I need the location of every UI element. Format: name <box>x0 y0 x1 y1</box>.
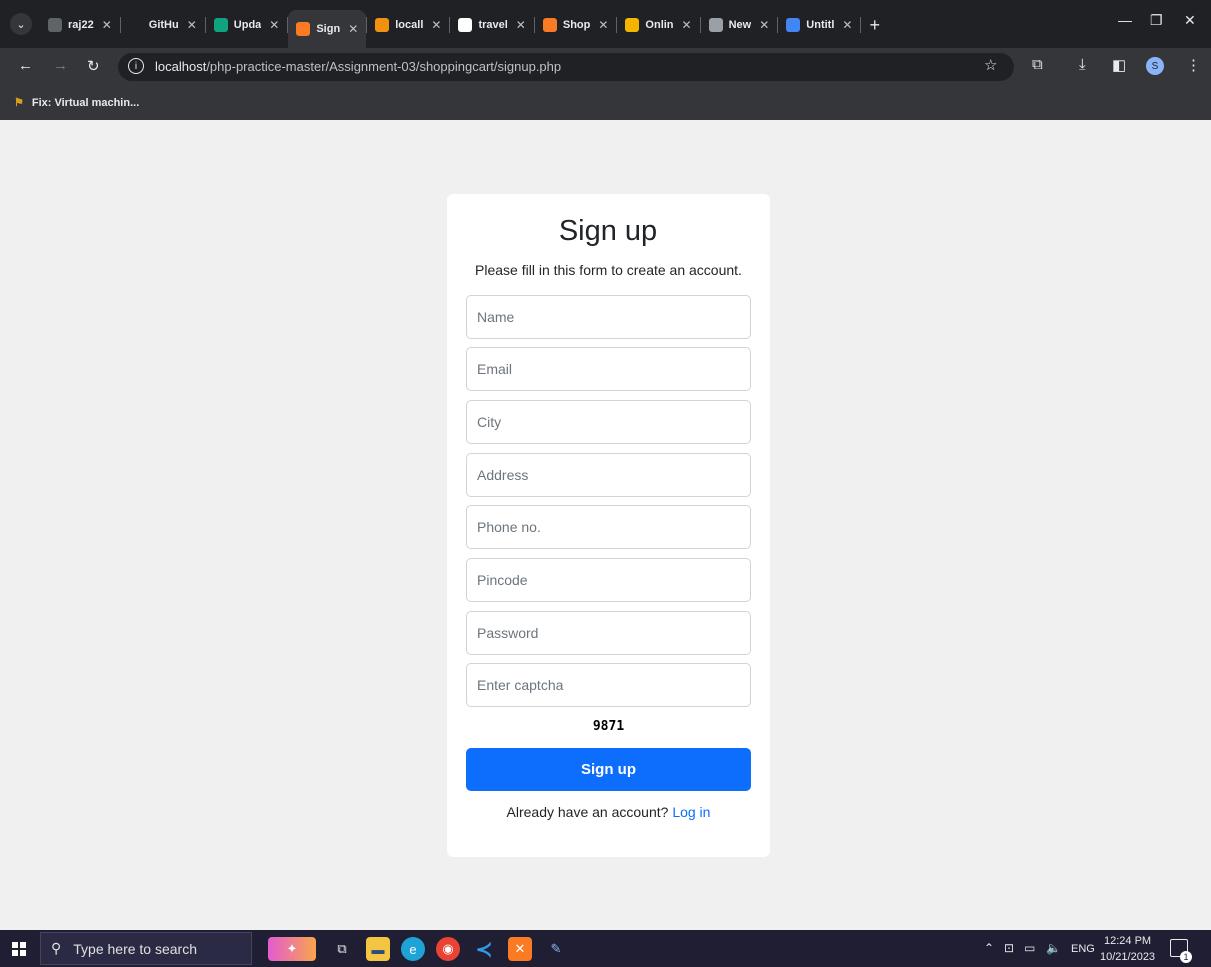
browser-tab[interactable]: travel ✕ <box>450 10 533 40</box>
notification-badge: 1 <box>1180 951 1192 963</box>
taskbar-search-placeholder: Type here to search <box>73 940 198 957</box>
email-input[interactable] <box>466 347 751 391</box>
docs-icon <box>786 18 801 32</box>
site-info-icon[interactable]: i <box>128 58 144 74</box>
tab-label: Sign <box>316 23 341 35</box>
meet-now-icon[interactable]: ⊡ <box>1004 941 1014 955</box>
profile-avatar[interactable]: S <box>1146 57 1164 75</box>
windows-start-icon[interactable] <box>12 942 26 956</box>
form-subtitle: Please fill in this form to create an ac… <box>475 262 742 278</box>
show-hidden-icons-icon[interactable]: ⌃ <box>984 941 994 955</box>
google-icon <box>458 18 473 32</box>
people-app-icon[interactable]: ✦ <box>268 937 316 961</box>
extensions-icon[interactable]: ⧉ <box>1032 56 1043 73</box>
reload-icon[interactable]: ↻ <box>87 57 100 75</box>
task-view-icon[interactable]: ⧉ <box>330 937 354 961</box>
tab-close-icon[interactable]: ✕ <box>516 18 526 32</box>
browser-tab[interactable]: locall ✕ <box>367 10 449 40</box>
taskbar-clock[interactable]: 12:24 PM 10/21/2023 <box>1100 933 1155 965</box>
xampp-icon[interactable]: ✕ <box>508 937 532 961</box>
clock-date: 10/21/2023 <box>1100 951 1156 963</box>
browser-tab[interactable]: Onlin ✕ <box>617 10 699 40</box>
bookmark-favicon-icon: ⚑ <box>14 97 24 109</box>
password-input[interactable] <box>466 611 751 655</box>
search-icon: ⚲ <box>51 940 62 956</box>
tab-close-icon[interactable]: ✕ <box>759 18 769 32</box>
browser-tab-strip: ⌄ raj22 ✕ GitHu ✕ Upda ✕ Sign ✕ locall ✕ travel ✕ Sh… <box>0 0 1211 48</box>
tab-label: GitHu <box>148 19 179 31</box>
browser-tab[interactable]: Sign ✕ <box>288 10 367 48</box>
tab-list: raj22 ✕ GitHu ✕ Upda ✕ Sign ✕ locall ✕ travel ✕ Shop… <box>40 10 880 48</box>
taskbar-search[interactable]: ⚲ Type here to search <box>40 932 252 965</box>
phone-input[interactable] <box>466 505 751 549</box>
phpmyadmin-icon <box>375 18 390 32</box>
language-indicator[interactable]: ENG <box>1071 943 1095 955</box>
browser-tab[interactable]: GitHu ✕ <box>121 10 205 40</box>
captcha-input[interactable] <box>466 663 751 707</box>
chatgpt-icon <box>213 18 228 32</box>
tab-label: Shop <box>562 19 591 31</box>
back-icon[interactable]: ← <box>18 57 33 74</box>
browser-tab[interactable]: Upda ✕ <box>206 10 288 40</box>
url-text[interactable]: localhost/php-practice-master/Assignment… <box>155 59 561 74</box>
bookmark-label: Fix: Virtual machin... <box>31 96 140 109</box>
close-window-icon[interactable]: ✕ <box>1184 12 1196 29</box>
login-prompt: Already have an account? Log in <box>0 804 1211 820</box>
chrome-icon <box>708 18 723 32</box>
vscode-icon[interactable]: ≺ <box>472 937 496 961</box>
browser-tab[interactable]: Untitl ✕ <box>778 10 860 40</box>
edit-icon <box>48 18 62 32</box>
tab-close-icon[interactable]: ✕ <box>682 18 692 32</box>
tab-label: locall <box>395 19 424 31</box>
signup-button[interactable]: Sign up <box>466 748 751 791</box>
tab-label: travel <box>478 19 508 31</box>
tab-close-icon[interactable]: ✕ <box>598 18 608 32</box>
forward-icon[interactable]: → <box>53 57 68 74</box>
browser-tab[interactable]: raj22 ✕ <box>40 10 120 40</box>
xampp-icon <box>542 18 557 32</box>
tab-label: Upda <box>233 19 262 31</box>
chrome-icon[interactable]: ◉ <box>436 937 460 961</box>
tab-close-icon[interactable]: ✕ <box>348 22 358 36</box>
side-panel-icon[interactable]: ◧ <box>1112 56 1126 74</box>
pincode-input[interactable] <box>466 558 751 602</box>
online-icon <box>625 18 640 32</box>
new-tab-icon[interactable]: + <box>869 15 880 36</box>
browser-tab[interactable]: Shop ✕ <box>535 10 617 40</box>
name-input[interactable] <box>466 295 751 339</box>
login-link[interactable]: Log in <box>672 804 710 820</box>
address-input[interactable] <box>466 453 751 497</box>
menu-icon[interactable]: ⋮ <box>1186 56 1201 74</box>
city-input[interactable] <box>466 400 751 444</box>
tab-close-icon[interactable]: ✕ <box>187 18 197 32</box>
xampp-icon <box>296 22 311 36</box>
tab-label: New <box>728 19 752 31</box>
tab-close-icon[interactable]: ✕ <box>102 18 112 32</box>
bookmark-star-icon[interactable]: ☆ <box>984 56 997 74</box>
volume-icon[interactable]: 🔈 <box>1046 941 1061 955</box>
tab-label: raj22 <box>68 19 94 31</box>
tab-close-icon[interactable]: ✕ <box>431 18 441 32</box>
tab-close-icon[interactable]: ✕ <box>269 18 279 32</box>
bookmarks-bar <box>0 86 1211 120</box>
browser-tab[interactable]: New ✕ <box>701 10 778 40</box>
notepad-icon[interactable]: ✎ <box>544 937 568 961</box>
tab-separator <box>860 17 862 33</box>
file-explorer-icon[interactable]: ▬ <box>366 937 390 961</box>
page-title: Sign up <box>558 215 658 247</box>
tab-label: Untitl <box>806 19 835 31</box>
captcha-code: 9871 <box>592 719 625 734</box>
tab-search-icon[interactable]: ⌄ <box>10 13 32 35</box>
edge-icon[interactable]: e <box>401 937 425 961</box>
clock-time: 12:24 PM <box>1103 935 1152 947</box>
login-prompt-text: Already have an account? <box>506 804 669 820</box>
github-icon <box>128 18 143 32</box>
restore-icon[interactable]: ❐ <box>1150 12 1163 29</box>
network-icon[interactable]: ▭ <box>1024 941 1035 955</box>
tab-close-icon[interactable]: ✕ <box>842 18 852 32</box>
bookmark-item[interactable]: ⚑ Fix: Virtual machin... <box>14 96 140 110</box>
minimize-icon[interactable]: — <box>1118 12 1132 28</box>
tab-label: Onlin <box>645 19 674 31</box>
download-icon[interactable]: ⤓ <box>1079 56 1086 73</box>
